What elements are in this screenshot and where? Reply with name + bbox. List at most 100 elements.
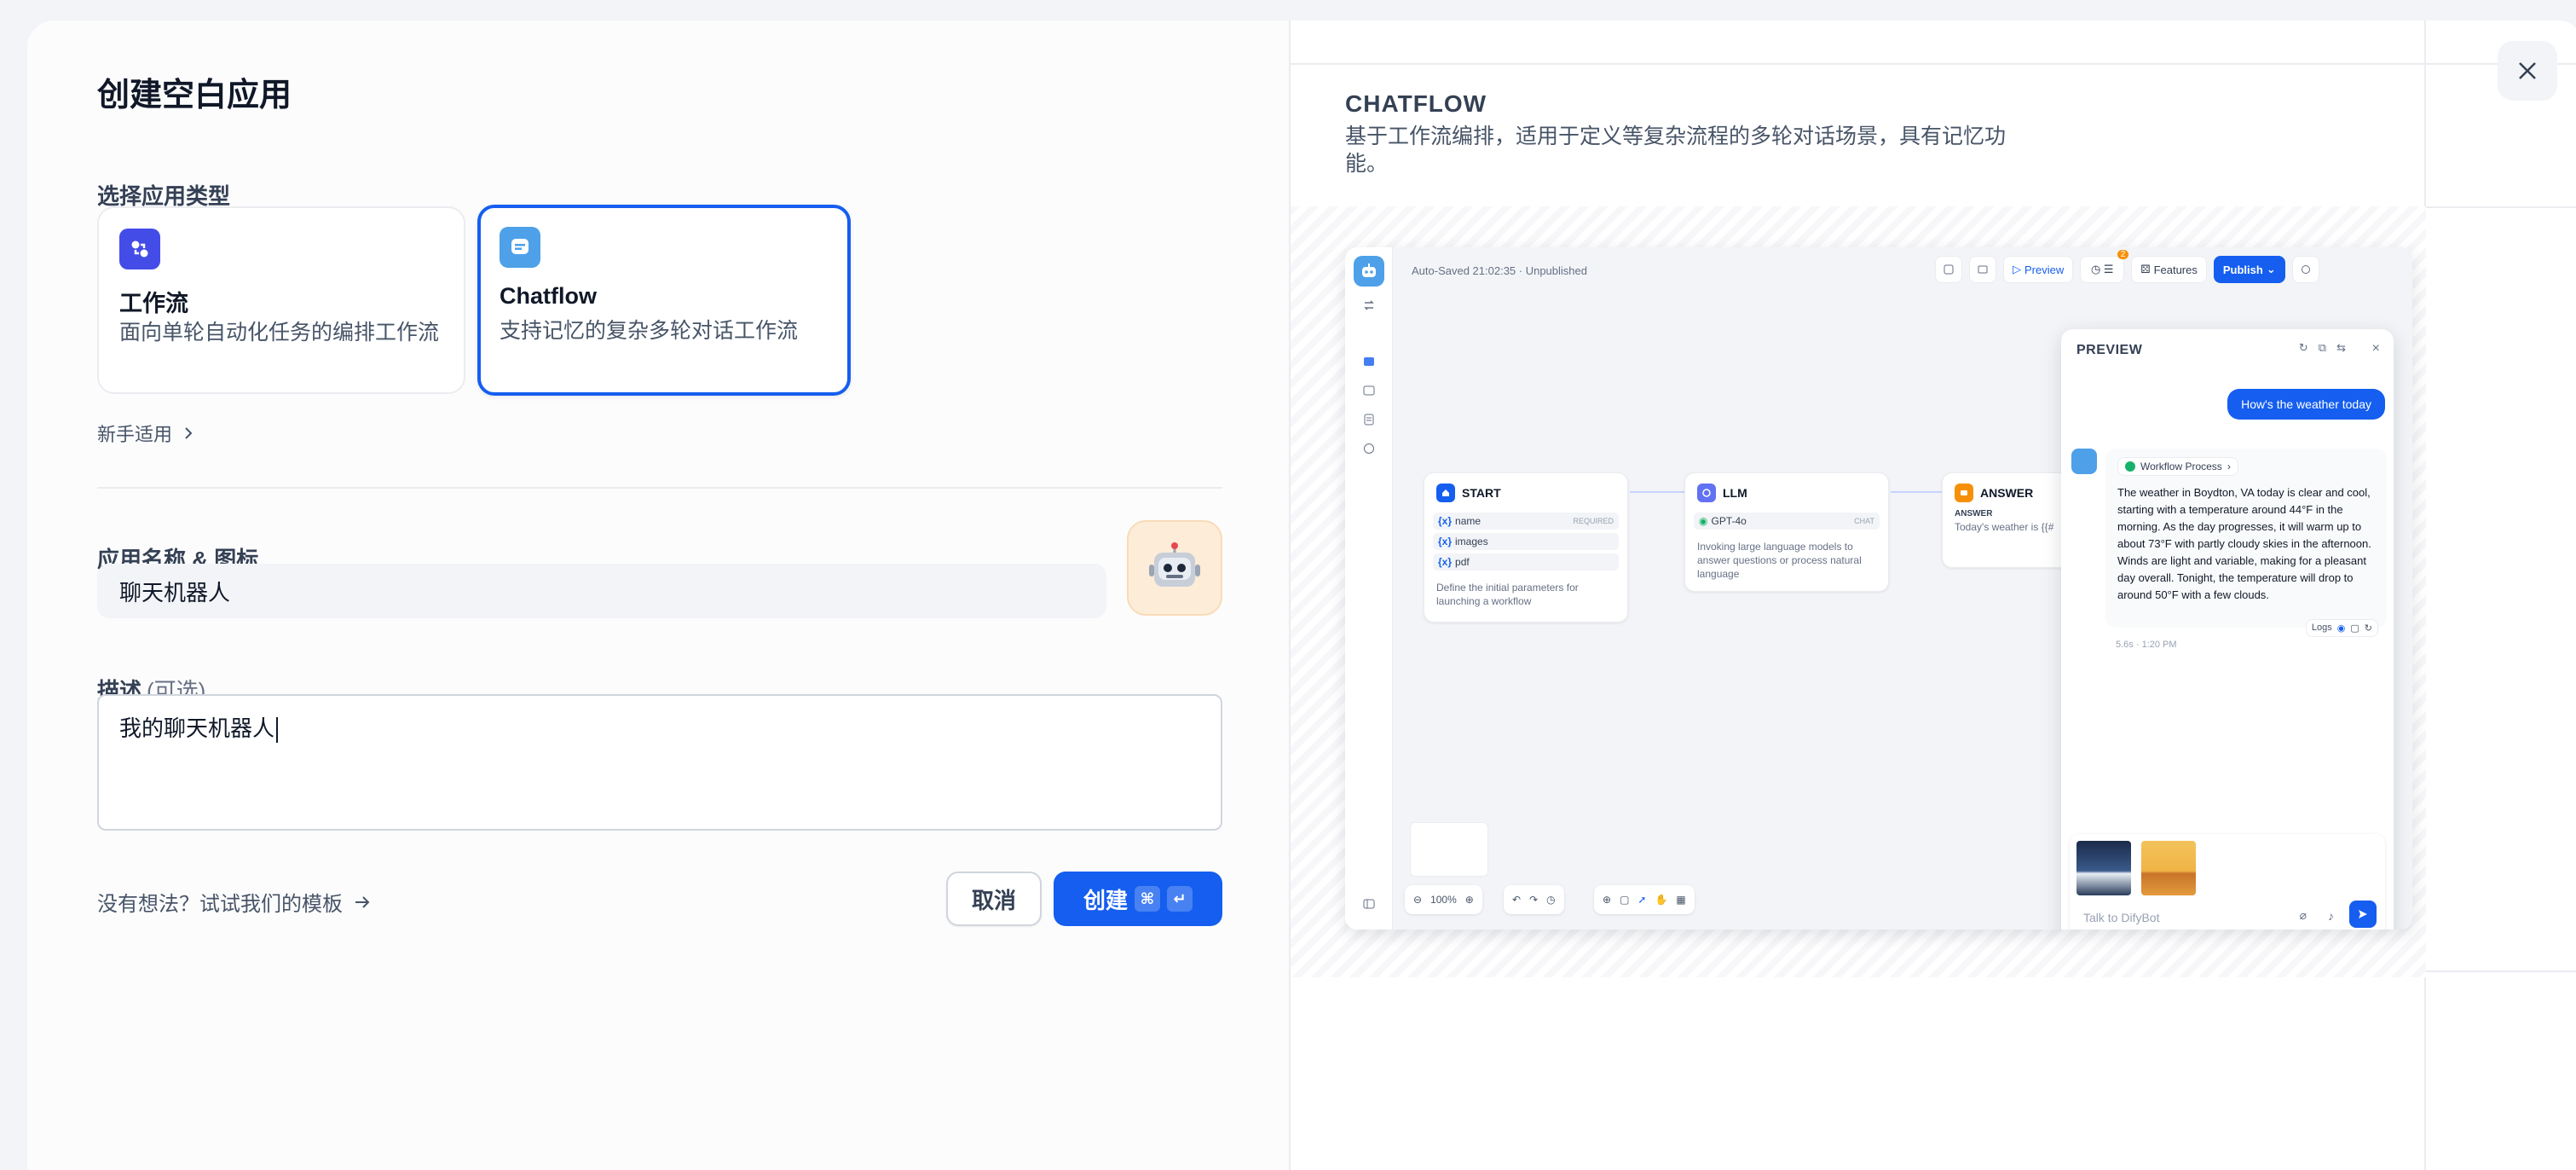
app-logo-icon [1354, 256, 1384, 287]
pointer-icon: ➚ [1637, 894, 1647, 906]
desert-image-thumbnail [2141, 841, 2196, 895]
hand-icon: ✋ [1655, 894, 1668, 906]
user-message: How's the weather today [2227, 389, 2385, 420]
check-icon [2125, 461, 2135, 472]
llm-node-title: LLM [1723, 486, 1747, 500]
workflow-chip-label: Workflow Process [2140, 460, 2222, 472]
redo-icon: ↷ [1529, 894, 1539, 906]
logs-label: Logs [2311, 623, 2332, 633]
answer-node-title: ANSWER [1980, 486, 2034, 500]
text-cursor [276, 717, 279, 744]
monitor-icon [1360, 440, 1378, 457]
zoom-controls: ⊖ 100% ⊕ [1405, 885, 1482, 914]
publish-button: Publish ⌄ [2213, 256, 2285, 283]
close-icon [2519, 62, 2536, 79]
message-meta: 5.6s · 1:20 PM [2116, 640, 2177, 650]
app-type-card-chatflow[interactable]: Chatflow 支持记忆的复杂多轮对话工作流 [477, 205, 851, 396]
beginner-toggle[interactable]: 新手适用 [97, 420, 196, 447]
note-icon: ▢ [1620, 894, 1630, 906]
start-var-row: {x} pdf [1433, 553, 1619, 571]
document-icon [1360, 411, 1378, 428]
app-type-desc: 支持记忆的复杂多轮对话工作流 [500, 319, 799, 343]
layout-icon: ▦ [1676, 894, 1686, 906]
start-node-title: START [1462, 486, 1501, 500]
publish-button-label: Publish [2222, 263, 2263, 276]
close-dialog-button[interactable] [2498, 41, 2557, 101]
canvas-tools: ⊕ ▢ ➚ ✋ ▦ [1594, 885, 1695, 914]
grid-line [1291, 63, 2576, 65]
description-textarea[interactable]: 我的聊天机器人 [97, 694, 1222, 831]
chevron-right-icon [185, 427, 193, 439]
chat-input-placeholder: Talk to DifyBot [2083, 911, 2160, 924]
enter-key-icon: ↵ [1167, 886, 1193, 912]
message-actions: Logs ◉ ▢ ↻ [2305, 619, 2378, 637]
minimap [1410, 822, 1488, 877]
app-icon-picker[interactable] [1127, 520, 1222, 616]
var-name: images [1455, 536, 1488, 547]
answer-label: ANSWER [1955, 509, 1993, 518]
bot-avatar [2071, 449, 2097, 474]
llm-node-note: Invoking large language models to answer… [1697, 541, 1862, 580]
llm-tag: CHAT [1854, 517, 1874, 525]
preview-type-description: 基于工作流编排，适用于定义等复杂流程的多轮对话场景，具有记忆功能。 [1345, 125, 2007, 176]
answer-node: ANSWER ANSWER Today's weather is {{# [1942, 472, 2078, 568]
copy-icon: ▢ [2350, 623, 2359, 634]
open-icon: ⧉ [2318, 341, 2327, 354]
chatflow-preview-screenshot: Auto-Saved 21:02:35 · Unpublished ▷ Prev… [1345, 247, 2412, 930]
chat-input: Talk to DifyBot ⌀ ♪ [2070, 834, 2385, 930]
mountain-image-thumbnail [2076, 841, 2131, 895]
attach-icon: ⌀ [2299, 908, 2307, 922]
swap-icon [1360, 297, 1378, 314]
workflow-icon [119, 229, 160, 269]
var-tag: REQUIRED [1573, 517, 1614, 525]
create-form-panel: 创建空白应用 选择应用类型 工作流 面向单轮自动化任务的编排工作流 Chatfl… [27, 20, 1291, 1170]
bot-message-text: The weather in Boydton, VA today is clea… [2117, 486, 2371, 601]
app-type-name: 工作流 [119, 291, 188, 316]
llm-node: LLM ◉ GPT-4o CHAT Invoking large language … [1684, 472, 1889, 592]
app-type-preview-panel: CHATFLOW 基于工作流编排，适用于定义等复杂流程的多轮对话场景，具有记忆功… [1291, 20, 2576, 1170]
history-icon [2291, 256, 2319, 283]
try-templates-link[interactable]: 没有想法？试试我们的模板 [97, 887, 372, 917]
var-name: pdf [1455, 556, 1470, 568]
regenerate-icon: ↻ [2364, 623, 2372, 634]
start-var-row: {x} name REQUIRED [1433, 513, 1619, 530]
preview-type-title: CHATFLOW [1345, 90, 1487, 117]
start-var-row: {x} images [1433, 533, 1619, 550]
features-button-label: Features [2153, 263, 2198, 276]
zoom-level: 100% [1430, 894, 1457, 906]
chatflow-icon [500, 227, 540, 268]
robot-emoji-icon [1149, 542, 1200, 587]
beginner-label: 新手适用 [97, 424, 173, 445]
var-name: name [1455, 515, 1481, 527]
chat-preview-tools: ↻ ⧉ ⇆ [2299, 341, 2346, 355]
bot-message: Workflow Process › The weather in Boydton… [2105, 449, 2387, 628]
history-controls: ↶ ↷ ◷ [1504, 885, 1564, 914]
history-icon: ◷ [1546, 894, 1556, 906]
workflow-process-chip: Workflow Process › [2117, 457, 2238, 476]
app-type-card-workflow[interactable]: 工作流 面向单轮自动化任务的编排工作流 [97, 206, 465, 394]
microphone-icon: ♪ [2328, 909, 2334, 923]
canvas-icon [1360, 353, 1378, 370]
llm-model: GPT-4o [1711, 515, 1747, 527]
chat-preview-panel: PREVIEW ↻ ⧉ ⇆ × How's the weather today … [2061, 329, 2394, 930]
panel-toggle-icon [1360, 895, 1378, 912]
autosave-status: Auto-Saved 21:02:35 · Unpublished [1412, 264, 1587, 277]
chevron-right-icon: › [2227, 460, 2231, 472]
preview-button-label: Preview [2024, 263, 2065, 276]
brain-icon [1697, 484, 1716, 502]
features-button: ⚄ Features [2131, 256, 2207, 283]
create-button-label: 创建 [1083, 887, 1128, 913]
edge [1891, 491, 1942, 493]
start-node: START {x} name REQUIRED {x} images {x} pdf D… [1424, 472, 1628, 623]
app-name-input[interactable]: 聊天机器人 [97, 564, 1106, 618]
cmd-key-icon: ⌘ [1135, 886, 1160, 912]
zoom-in-icon: ⊕ [1464, 894, 1474, 906]
embed-icon [1969, 256, 1996, 283]
image-icon [1360, 382, 1378, 399]
cancel-button[interactable]: 取消 [946, 872, 1042, 926]
checklist-badge: 2 [2117, 250, 2129, 259]
zoom-out-icon: ⊖ [1413, 894, 1423, 906]
create-button[interactable]: 创建 ⌘ ↵ [1054, 872, 1222, 926]
refresh-icon: ↻ [2298, 341, 2308, 354]
app-type-name: Chatflow [500, 283, 597, 309]
